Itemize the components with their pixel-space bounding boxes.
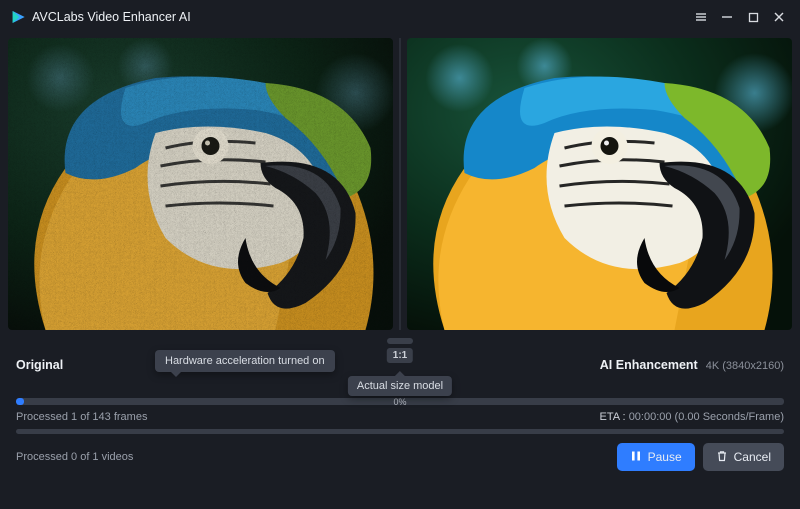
videos-progress-bar[interactable] <box>16 429 784 434</box>
original-label: Original <box>16 358 63 372</box>
preview-divider[interactable] <box>399 38 401 330</box>
maximize-button[interactable] <box>740 4 766 30</box>
frames-progress-fill <box>16 398 24 405</box>
pause-button-label: Pause <box>648 450 682 464</box>
cancel-button-label: Cancel <box>734 450 771 464</box>
minimize-button[interactable] <box>714 4 740 30</box>
enhancement-label: AI Enhancement <box>600 358 698 372</box>
labels-row: Original Hardware acceleration turned on… <box>0 352 800 378</box>
app-logo: AVCLabs Video Enhancer AI <box>10 9 191 25</box>
size-model-tooltip: Actual size model <box>348 376 452 396</box>
enhanced-pane[interactable] <box>407 38 792 330</box>
logo-icon <box>10 9 26 25</box>
videos-progress-group <box>0 423 800 434</box>
app-title: AVCLabs Video Enhancer AI <box>32 10 191 24</box>
preview-area <box>8 38 792 330</box>
drag-handle[interactable] <box>387 338 413 344</box>
eta-label: ETA : <box>600 411 626 423</box>
bottom-bar: Processed 0 of 1 videos Pause Cancel <box>0 434 800 471</box>
pause-icon <box>630 450 642 465</box>
output-resolution: 4K (3840x2160) <box>706 360 784 372</box>
original-pane[interactable] <box>8 38 393 330</box>
trash-icon <box>716 450 728 465</box>
frames-progress-percent: 0% <box>393 398 406 405</box>
hw-accel-tooltip: Hardware acceleration turned on <box>155 350 335 372</box>
zoom-ratio-badge[interactable]: 1:1 <box>387 348 413 363</box>
frames-progress-bar[interactable]: 0% <box>16 398 784 405</box>
frames-processed-text: Processed 1 of 143 frames <box>16 411 147 423</box>
close-button[interactable] <box>766 4 792 30</box>
videos-processed-text: Processed 0 of 1 videos <box>16 451 133 463</box>
cancel-button[interactable]: Cancel <box>703 443 784 471</box>
titlebar: AVCLabs Video Enhancer AI <box>0 0 800 34</box>
menu-button[interactable] <box>688 4 714 30</box>
pause-button[interactable]: Pause <box>617 443 695 471</box>
eta-value: 00:00:00 (0.00 Seconds/Frame) <box>629 411 784 423</box>
